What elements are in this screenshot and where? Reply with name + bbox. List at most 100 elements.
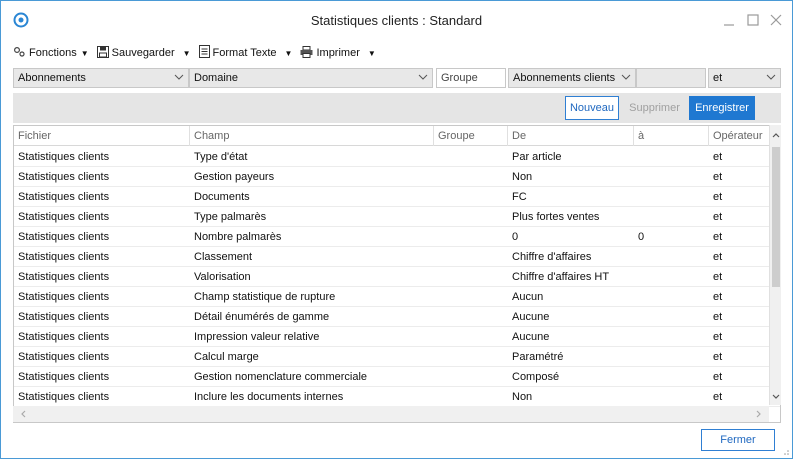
scroll-left-icon[interactable]	[17, 408, 29, 420]
table-row[interactable]: Statistiques clients Inclure les document…	[14, 387, 780, 407]
close-window-icon[interactable]	[765, 9, 787, 31]
functions-menu[interactable]: Fonctions ▼	[13, 45, 89, 61]
scroll-right-icon[interactable]	[753, 408, 765, 420]
cell-fichier: Statistiques clients	[18, 371, 110, 383]
column-header-groupe[interactable]: Groupe	[434, 126, 508, 146]
cell-de: Non	[512, 391, 533, 403]
table-row[interactable]: Statistiques clients Gestion payeurs Non et	[14, 167, 780, 187]
table-header: Fichier Champ Groupe De à Opérateur	[14, 126, 780, 146]
cell-a	[634, 247, 709, 267]
cell-champ: Documents	[194, 191, 250, 203]
scroll-down-icon[interactable]	[770, 391, 782, 403]
print-menu[interactable]: Imprimer ▼	[300, 45, 376, 61]
cell-groupe	[434, 167, 508, 187]
new-button[interactable]: Nouveau	[565, 96, 619, 120]
cell-champ: Gestion payeurs	[194, 171, 275, 183]
cell-fichier: Statistiques clients	[18, 151, 110, 163]
column-header-de[interactable]: De	[508, 126, 634, 146]
cell-fichier: Statistiques clients	[18, 331, 110, 343]
field-select[interactable]: Domaine	[189, 68, 433, 88]
cell-a	[634, 267, 709, 287]
file-select[interactable]: Abonnements	[13, 68, 189, 88]
group-input-value: Groupe	[441, 72, 478, 84]
scroll-thumb[interactable]	[772, 147, 780, 287]
cell-groupe	[434, 387, 508, 407]
format-menu[interactable]: Format Texte ▼	[198, 45, 292, 61]
vertical-scrollbar[interactable]	[769, 125, 781, 405]
functions-label: Fonctions	[29, 47, 77, 59]
table-row[interactable]: Statistiques clients Nombre palmarès 0 0 et	[14, 227, 780, 247]
table-row[interactable]: Statistiques clients Champ statistique de…	[14, 287, 780, 307]
cell-fichier: Statistiques clients	[18, 231, 110, 243]
delete-button[interactable]: Supprimer	[624, 96, 685, 120]
table-row[interactable]: Statistiques clients Calcul marge Paramétr…	[14, 347, 780, 367]
cell-champ: Type palmarès	[194, 211, 267, 223]
group-input[interactable]: Groupe	[436, 68, 506, 88]
cell-de: Chiffre d'affaires	[512, 251, 592, 263]
cell-a	[634, 307, 709, 327]
cell-a	[634, 387, 709, 407]
criteria-table: Fichier Champ Groupe De à Opérateur Stat…	[13, 125, 781, 423]
cell-a	[634, 187, 709, 207]
table-row[interactable]: Statistiques clients Impression valeur re…	[14, 327, 780, 347]
cell-champ: Champ statistique de rupture	[194, 291, 336, 303]
cell-fichier: Statistiques clients	[18, 391, 110, 403]
column-header-champ[interactable]: Champ	[190, 126, 434, 146]
close-button[interactable]: Fermer	[701, 429, 775, 451]
cell-a	[634, 367, 709, 387]
cell-de: Par article	[512, 151, 562, 163]
chevron-down-icon	[621, 74, 631, 80]
chevron-down-icon	[766, 74, 776, 80]
action-bar: Nouveau Supprimer Enregistrer	[13, 93, 781, 123]
cell-de: Non	[512, 171, 533, 183]
operator-select-value: et	[713, 72, 723, 84]
table-row[interactable]: Statistiques clients Valorisation Chiffre …	[14, 267, 780, 287]
cell-de: Plus fortes ventes	[512, 211, 600, 223]
resize-grip-icon[interactable]	[781, 447, 789, 455]
to-input[interactable]	[636, 68, 706, 88]
filter-bar: Abonnements Domaine Groupe Abonnements c…	[13, 68, 781, 88]
save-button[interactable]: Enregistrer	[689, 96, 755, 120]
table-row[interactable]: Statistiques clients Documents FC et	[14, 187, 780, 207]
cell-champ: Classement	[194, 251, 253, 263]
horizontal-scrollbar[interactable]	[13, 406, 769, 422]
cell-a	[634, 327, 709, 347]
caret-down-icon: ▼	[80, 48, 89, 58]
format-menu-label: Format Texte	[212, 47, 277, 59]
cell-a	[634, 287, 709, 307]
cell-a	[634, 347, 709, 367]
gears-icon	[13, 45, 29, 61]
chevron-down-icon	[418, 74, 428, 80]
minimize-icon[interactable]	[718, 9, 740, 31]
cell-de: FC	[512, 191, 527, 203]
cell-a: 0	[638, 231, 645, 243]
scroll-up-icon[interactable]	[770, 129, 782, 141]
table-row[interactable]: Statistiques clients Type d'état Par artic…	[14, 147, 780, 167]
column-header-fichier[interactable]: Fichier	[14, 126, 190, 146]
print-menu-label: Imprimer	[316, 47, 360, 59]
maximize-icon[interactable]	[742, 9, 764, 31]
table-row[interactable]: Statistiques clients Classement Chiffre d'…	[14, 247, 780, 267]
table-row[interactable]: Statistiques clients Type palmarès Plus fo…	[14, 207, 780, 227]
save-menu[interactable]: Sauvegarder ▼	[96, 45, 191, 61]
cell-champ: Nombre palmarès	[194, 231, 282, 243]
cell-groupe	[434, 207, 508, 227]
cell-fichier: Statistiques clients	[18, 171, 110, 183]
table-row[interactable]: Statistiques clients Détail énumérés de g…	[14, 307, 780, 327]
floppy-disk-icon	[96, 45, 112, 61]
cell-champ: Impression valeur relative	[194, 331, 320, 343]
from-select[interactable]: Abonnements clients	[508, 68, 636, 88]
cell-fichier: Statistiques clients	[18, 291, 110, 303]
cell-de: Aucune	[512, 311, 550, 323]
column-header-a[interactable]: à	[634, 126, 709, 146]
cell-groupe	[434, 307, 508, 327]
table-row[interactable]: Statistiques clients Gestion nomenclature…	[14, 367, 780, 387]
cell-de: Chiffre d'affaires HT	[512, 271, 610, 283]
cell-groupe	[434, 367, 508, 387]
file-select-value: Abonnements	[18, 72, 86, 84]
cell-de: Paramétré	[512, 351, 564, 363]
cell-groupe	[434, 267, 508, 287]
operator-select[interactable]: et	[708, 68, 781, 88]
field-select-value: Domaine	[194, 72, 239, 84]
window: Statistiques clients : Standard Fonction…	[0, 0, 793, 459]
